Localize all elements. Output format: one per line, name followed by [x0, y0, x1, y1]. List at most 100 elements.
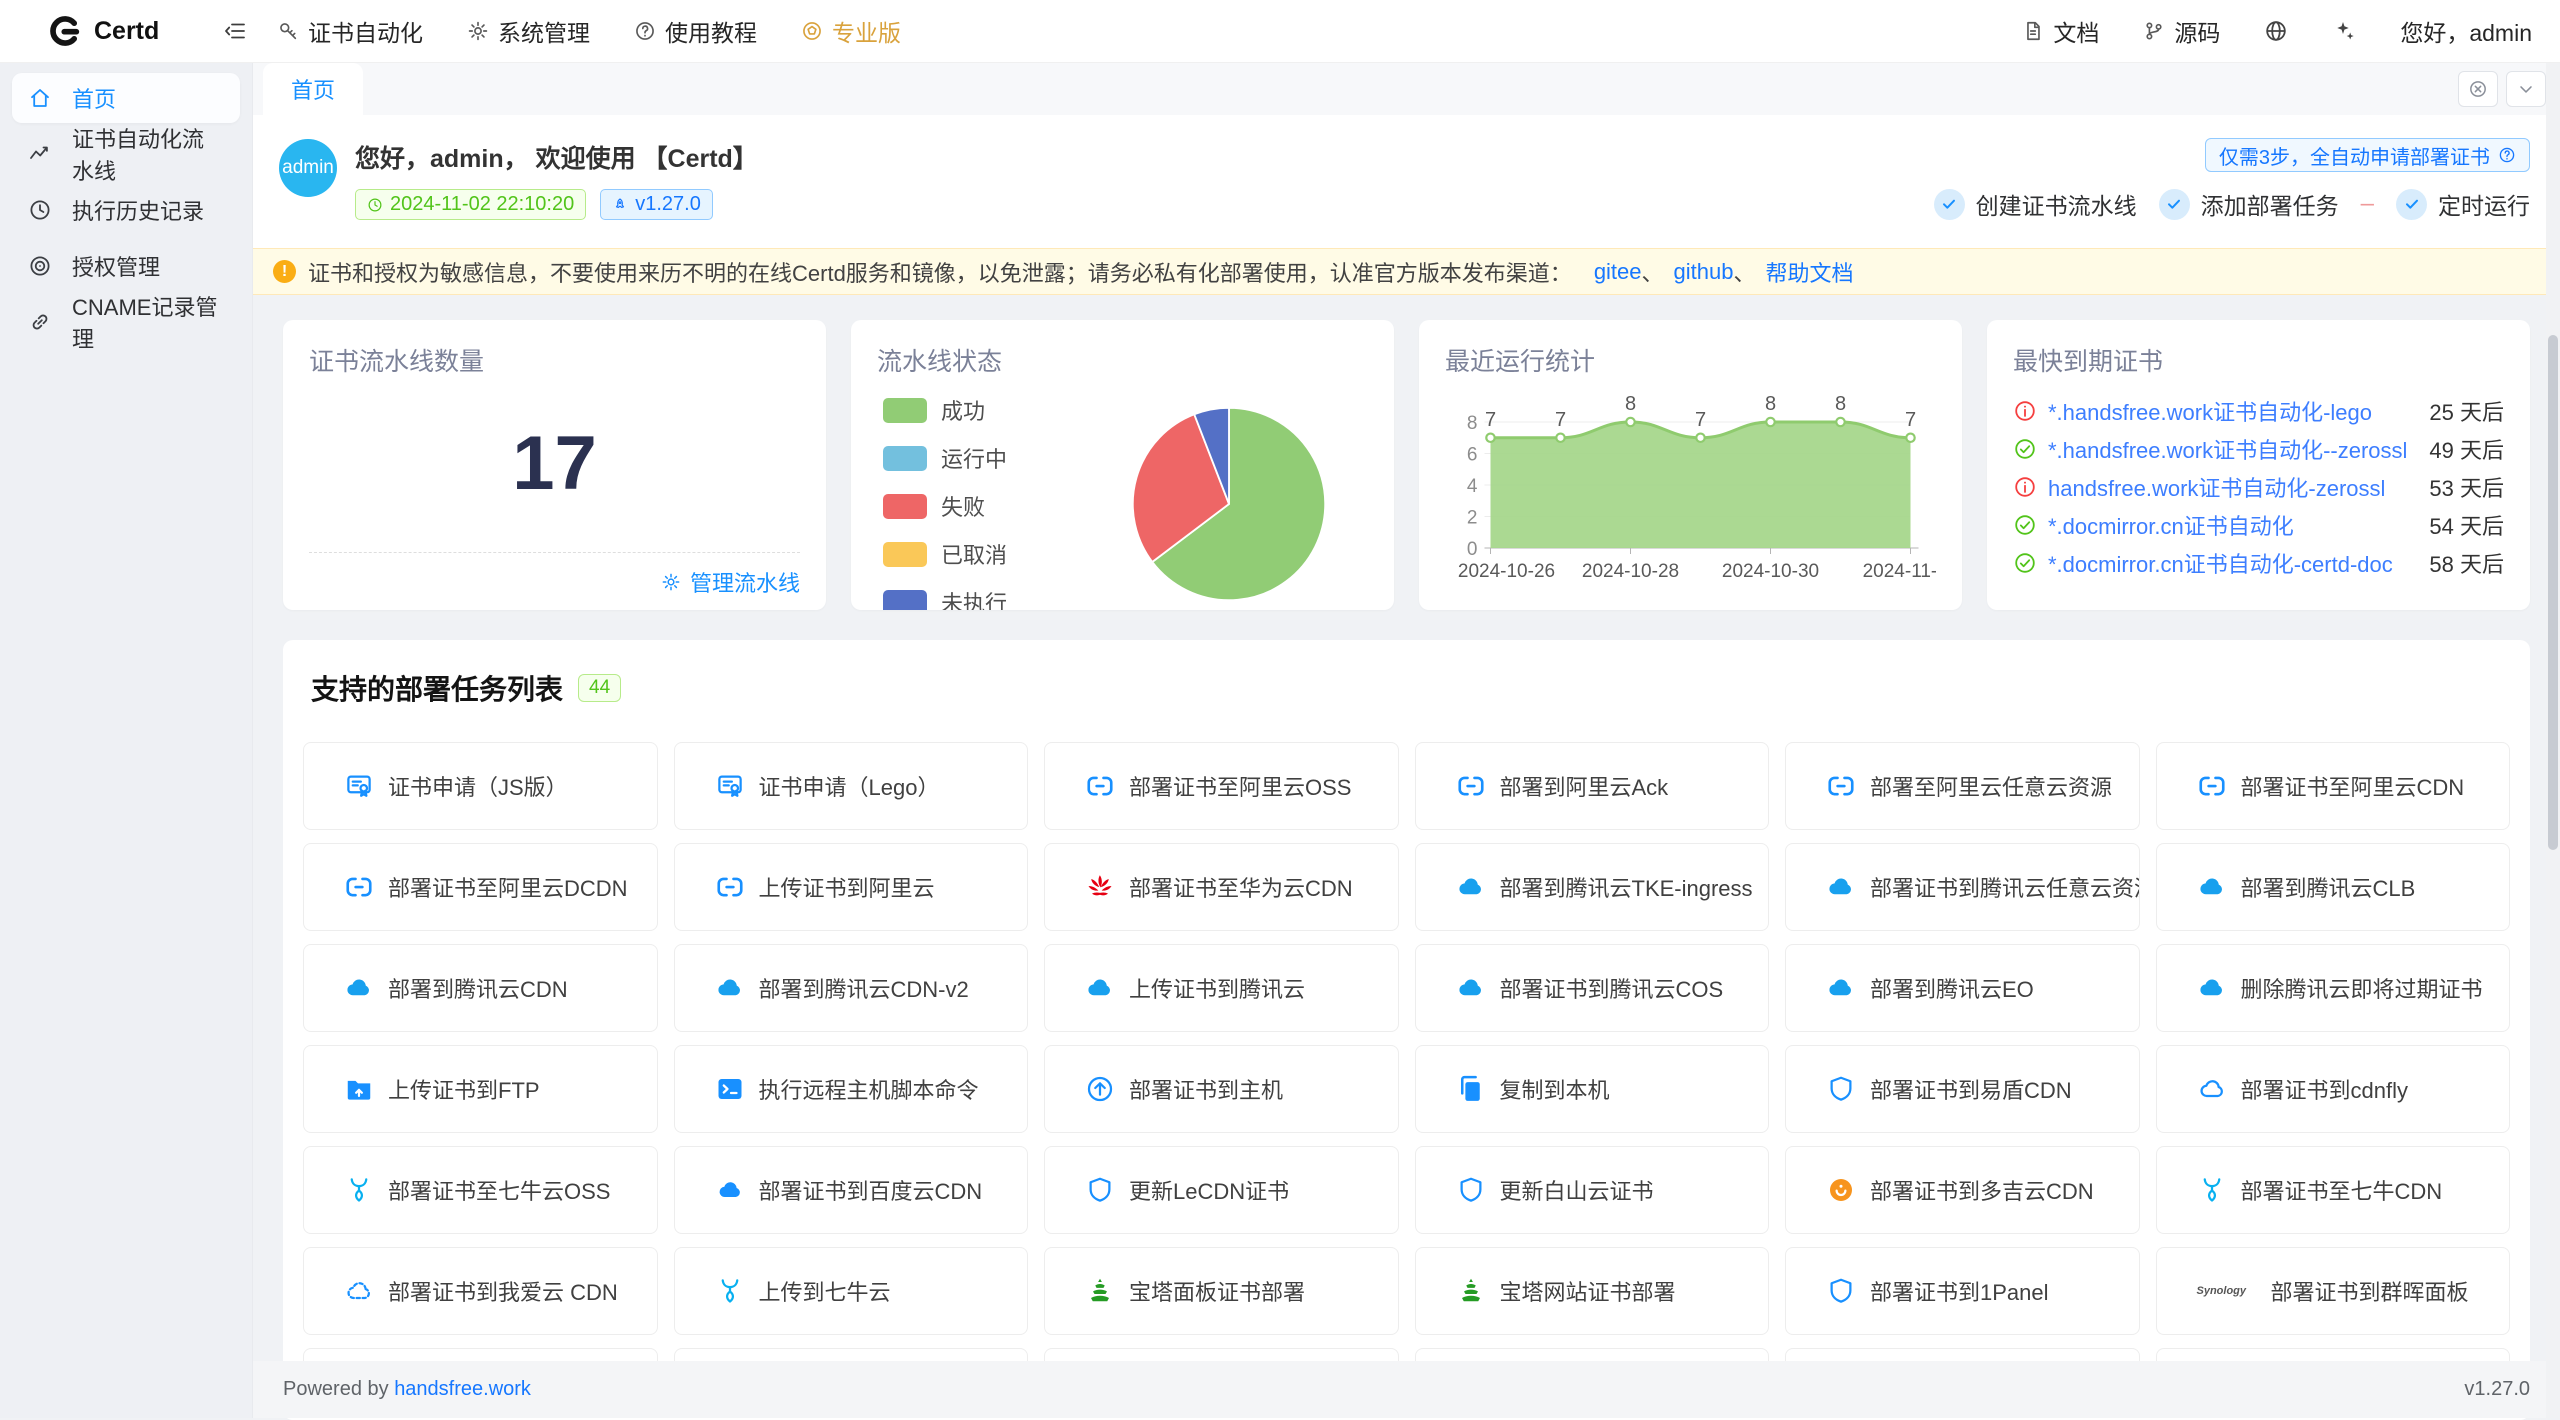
card-title: 流水线状态	[877, 342, 1368, 378]
certd-logo-icon	[48, 14, 82, 48]
cert-link[interactable]: *.handsfree.work证书自动化-lego	[2048, 395, 2418, 427]
nav-item-pro-edition[interactable]: 专业版	[801, 14, 901, 48]
manage-pipelines-link[interactable]: 管理流水线	[309, 552, 800, 610]
doc-icon	[2022, 20, 2044, 42]
check-icon	[1941, 196, 1957, 212]
sidebar-item-pipelines[interactable]: 证书自动化流水线	[12, 129, 240, 179]
quick-step-1[interactable]: 创建证书流水线	[1934, 187, 2137, 221]
sidebar-item-auth[interactable]: 授权管理	[12, 241, 240, 291]
svg-text:8: 8	[1625, 393, 1636, 415]
legend-item-1[interactable]: 运行中	[883, 442, 1007, 474]
tencent-icon	[715, 973, 745, 1003]
nav-item-label: 文档	[2053, 14, 2099, 48]
nav-item-cert-automation[interactable]: 证书自动化	[277, 14, 423, 48]
history-icon	[28, 198, 52, 222]
task-item-label: 部署到腾讯云CLB	[2241, 871, 2416, 903]
task-item[interactable]: 部署到腾讯云TKE-ingress	[1415, 843, 1770, 931]
language-button[interactable]	[2264, 19, 2288, 43]
cloud-icon	[2197, 1074, 2227, 1104]
cert-days: 58 天后	[2429, 547, 2504, 579]
task-item[interactable]: 更新LeCDN证书	[1044, 1146, 1399, 1234]
sidebar-item-home[interactable]: 首页	[12, 73, 240, 123]
task-item[interactable]: 上传证书到FTP	[303, 1045, 658, 1133]
rocket-icon	[612, 197, 628, 213]
pipeline-count-card: 证书流水线数量 17 管理流水线	[283, 320, 826, 610]
nav-item-system-management[interactable]: 系统管理	[467, 14, 590, 48]
cert-link[interactable]: *.docmirror.cn证书自动化	[2048, 509, 2418, 541]
alert-link-gitee[interactable]: gitee	[1594, 259, 1642, 285]
legend-item-2[interactable]: 失败	[883, 490, 1007, 522]
task-item[interactable]: 部署证书到多吉云CDN	[1785, 1146, 2140, 1234]
user-greeting[interactable]: 您好，admin	[2400, 14, 2532, 48]
task-item[interactable]: 部署到腾讯云CDN	[303, 944, 658, 1032]
task-item-label: 部署证书到腾讯云COS	[1500, 972, 1724, 1004]
alert-link-github[interactable]: github	[1674, 259, 1734, 285]
legend-item-0[interactable]: 成功	[883, 394, 1007, 426]
task-item[interactable]: 部署到腾讯云CLB	[2156, 843, 2511, 931]
task-item[interactable]: 部署到阿里云Ack	[1415, 742, 1770, 830]
task-item[interactable]: 上传证书到腾讯云	[1044, 944, 1399, 1032]
task-item[interactable]: 上传证书到阿里云	[674, 843, 1029, 931]
task-item[interactable]: 部署证书到主机	[1044, 1045, 1399, 1133]
nav-item-tutorial[interactable]: 使用教程	[634, 14, 757, 48]
tab-home[interactable]: 首页	[263, 63, 363, 115]
task-item[interactable]: 部署证书至阿里云CDN	[2156, 742, 2511, 830]
theme-button[interactable]	[2332, 19, 2356, 43]
task-item[interactable]: 宝塔网站证书部署	[1415, 1247, 1770, 1335]
runs-area-chart: 7787887024682024-10-262024-10-282024-10-…	[1445, 380, 1936, 592]
guide-badge[interactable]: 仅需3步，全自动申请部署证书	[2205, 138, 2530, 172]
sidebar-item-history[interactable]: 执行历史记录	[12, 185, 240, 235]
task-item[interactable]: Synology部署证书到群晖面板	[2156, 1247, 2511, 1335]
card-title: 证书流水线数量	[309, 342, 800, 378]
task-item[interactable]: 更新白山云证书	[1415, 1146, 1770, 1234]
task-item[interactable]: 部署证书至阿里云OSS	[1044, 742, 1399, 830]
task-item[interactable]: 删除腾讯云即将过期证书	[2156, 944, 2511, 1032]
legend-item-3[interactable]: 已取消	[883, 538, 1007, 570]
cert-link[interactable]: *.handsfree.work证书自动化--zerossl	[2048, 433, 2418, 465]
task-item[interactable]: 部署证书到腾讯云任意云资源	[1785, 843, 2140, 931]
task-item[interactable]: 部署证书到百度云CDN	[674, 1146, 1029, 1234]
task-item[interactable]: 部署证书到1Panel	[1785, 1247, 2140, 1335]
aliyun-icon	[1085, 771, 1115, 801]
task-item[interactable]: 部署证书到腾讯云COS	[1415, 944, 1770, 1032]
task-item[interactable]: 证书申请（Lego）	[674, 742, 1029, 830]
task-item[interactable]: 部署证书到cdnfly	[2156, 1045, 2511, 1133]
brand[interactable]: Certd	[0, 14, 253, 48]
handsfree-link[interactable]: handsfree.work	[394, 1378, 531, 1400]
huawei-icon	[1085, 872, 1115, 902]
task-item[interactable]: 宝塔面板证书部署	[1044, 1247, 1399, 1335]
task-item[interactable]: 部署证书至七牛云OSS	[303, 1146, 658, 1234]
sidebar-item-cname[interactable]: CNAME记录管理	[12, 297, 240, 347]
sidebar-collapse-icon[interactable]	[223, 19, 247, 43]
task-item[interactable]: 部署证书至华为云CDN	[1044, 843, 1399, 931]
task-item[interactable]: 部署证书至七牛CDN	[2156, 1146, 2511, 1234]
task-item[interactable]: 部署到腾讯云CDN-v2	[674, 944, 1029, 1032]
cert-days: 25 天后	[2429, 395, 2504, 427]
question-icon	[634, 20, 656, 42]
task-item[interactable]: 部署证书到易盾CDN	[1785, 1045, 2140, 1133]
pagoda-icon	[1085, 1276, 1115, 1306]
tab-menu-button[interactable]	[2506, 71, 2546, 107]
nav-item-source-code[interactable]: 源码	[2143, 14, 2220, 48]
task-item[interactable]: 部署证书到我爱云 CDN	[303, 1247, 658, 1335]
quick-step-3[interactable]: 定时运行	[2396, 187, 2530, 221]
expiring-cert-list: *.handsfree.work证书自动化-lego 25 天后 *.handsfr…	[2013, 392, 2504, 582]
quick-step-2[interactable]: 添加部署任务	[2159, 187, 2339, 221]
close-tabs-button[interactable]	[2458, 71, 2498, 107]
task-item[interactable]: 部署到腾讯云EO	[1785, 944, 2140, 1032]
task-item[interactable]: 部署至阿里云任意云资源	[1785, 742, 2140, 830]
legend-item-4[interactable]: 未执行	[883, 586, 1007, 610]
task-item[interactable]: 复制到本机	[1415, 1045, 1770, 1133]
alert-link-帮助文档[interactable]: 帮助文档	[1766, 256, 1854, 288]
scrollbar-thumb[interactable]	[2548, 335, 2558, 850]
task-item-label: 部署证书到1Panel	[1870, 1275, 2049, 1307]
cert-link[interactable]: *.docmirror.cn证书自动化-certd-doc	[2048, 547, 2418, 579]
avatar[interactable]: admin	[279, 139, 337, 197]
nav-item-docs[interactable]: 文档	[2022, 14, 2099, 48]
cert-link[interactable]: handsfree.work证书自动化-zerossl	[2048, 471, 2418, 503]
task-item[interactable]: 执行远程主机脚本命令	[674, 1045, 1029, 1133]
qiniu-icon	[715, 1276, 745, 1306]
task-item[interactable]: 证书申请（JS版）	[303, 742, 658, 830]
task-item[interactable]: 部署证书至阿里云DCDN	[303, 843, 658, 931]
task-item[interactable]: 上传到七牛云	[674, 1247, 1029, 1335]
